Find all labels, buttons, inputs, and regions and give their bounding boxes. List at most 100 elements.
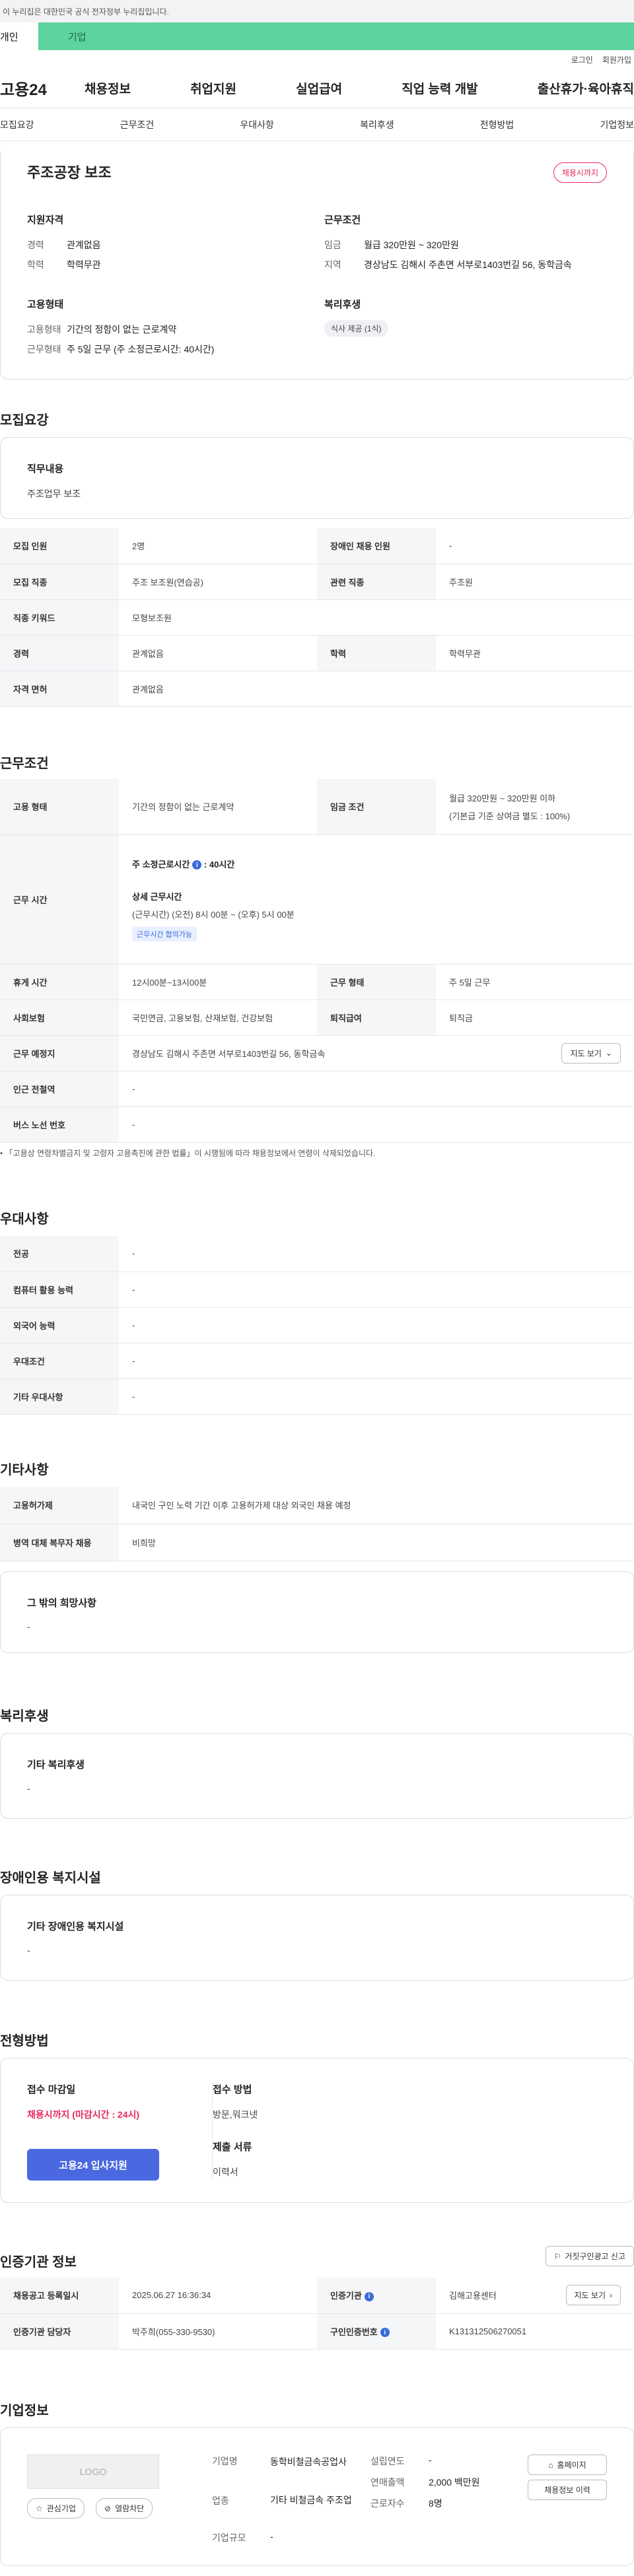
- table-cell: 관계없음: [119, 635, 317, 671]
- flex-hours-tag: 근무시간 협의가능: [132, 926, 197, 941]
- weekly-hours-label: 주 소정근로시간: [132, 859, 190, 869]
- other-hope-value: -: [27, 1621, 30, 1632]
- deadline-label: 접수 마감일: [27, 2084, 76, 2095]
- homepage-button[interactable]: ⌂ 홈페이지: [528, 2455, 607, 2475]
- deadline-value: 채용시까지 (마감시간 : 24시): [27, 2109, 140, 2120]
- chevron-right-icon: ›: [610, 2290, 612, 2300]
- recruit-history-button[interactable]: 채용정보 이력: [528, 2480, 607, 2500]
- tab-personal[interactable]: 개인: [0, 22, 38, 50]
- prefer-table: 전공 - 컴퓨터 활용 능력 - 외국어 능력 - 우대조건 - 기타 우대사항 -: [0, 1236, 634, 1415]
- login-link[interactable]: 로그인: [571, 54, 593, 65]
- welfare-title: 기타 복리후생: [27, 1759, 85, 1771]
- table-head: 경력: [0, 635, 119, 671]
- deadline-block: 접수 마감일 채용시까지 (마감시간 : 24시) 고용24 입사지원: [27, 2082, 186, 2181]
- welfare-section-heading: 복리후생: [0, 1709, 49, 1724]
- qual-value: 학력무관: [67, 259, 101, 270]
- table-row: 직종 키워드 모형보조원: [0, 599, 634, 636]
- table-row: 버스 노선 번호 -: [0, 1106, 634, 1143]
- welfare-heading: 복리후생: [324, 299, 361, 310]
- block-label: 열람차단: [115, 2504, 145, 2513]
- table-head: 컴퓨터 활용 능력: [0, 1271, 119, 1308]
- anchor-welfare[interactable]: 복리후생: [360, 118, 394, 131]
- table-head: 외국어 능력: [0, 1307, 119, 1343]
- gnb-item-unemployment-benefit[interactable]: 실업급여: [296, 79, 342, 97]
- company-size-value: -: [270, 2531, 273, 2542]
- signup-link[interactable]: 회원가입: [602, 54, 631, 65]
- block-icon: ⊘: [104, 2503, 112, 2513]
- workers-value: 8명: [429, 2498, 442, 2509]
- table-cell: K131312506270051: [436, 2313, 634, 2350]
- cond-value: 경상남도 김해시 주촌면 서부로1403번길 56, 동학금속: [364, 259, 572, 270]
- table-head: 버스 노선 번호: [0, 1106, 119, 1143]
- gnb-item-employment-support[interactable]: 취업지원: [190, 79, 236, 97]
- anchor-prefer[interactable]: 우대사항: [240, 118, 274, 131]
- table-head: 전공: [0, 1236, 119, 1272]
- recruit-heading: 모집요강: [0, 413, 49, 428]
- founded-value: -: [429, 2455, 432, 2465]
- gnb-item-parental-leave[interactable]: 출산휴가·육아휴직: [538, 79, 634, 97]
- favorite-company-button[interactable]: ☆ 관심기업: [27, 2498, 85, 2519]
- company-name-label: 기업명: [212, 2456, 238, 2466]
- info-icon[interactable]: i: [364, 2291, 374, 2301]
- table-head: 고용 형태: [0, 779, 119, 835]
- work-place-value: 경상남도 김해시 주촌면 서부로1403번길 56, 동학금속: [132, 1048, 326, 1059]
- gnb-item-jobs[interactable]: 채용정보: [85, 79, 131, 97]
- table-head: 임금 조건: [317, 779, 436, 835]
- table-head: 인증기관 담당자: [0, 2313, 119, 2350]
- table-cell: 12시00분~13시00분: [119, 964, 317, 1000]
- anchor-recruit[interactable]: 모집요강: [0, 118, 34, 131]
- table-head: 근무 시간: [0, 834, 119, 965]
- deadline-badge: 채용시까지: [553, 162, 607, 183]
- apply-button[interactable]: 고용24 입사지원: [27, 2149, 159, 2181]
- table-head: 자격 면허: [0, 671, 119, 707]
- qualification-block: 지원자격 경력 관계없음 학력 학력무관: [27, 213, 304, 271]
- table-cell: 학력무관: [436, 635, 634, 671]
- site-logo[interactable]: 고용24: [0, 77, 85, 100]
- user-type-tabs: 개인 기업: [0, 22, 634, 50]
- anchor-work[interactable]: 근무조건: [120, 118, 155, 131]
- weekly-hours-value: : 40시간: [203, 859, 235, 869]
- company-size-label: 기업규모: [212, 2532, 246, 2543]
- table-row: 경력 관계없음 학력 학력무관: [0, 635, 634, 671]
- table-cell: 주조원: [436, 564, 634, 600]
- info-icon[interactable]: i: [192, 860, 202, 870]
- other-hope-title: 그 밖의 희망사항: [27, 1598, 96, 1609]
- disabled-box: 기타 장애인용 복지시설 -: [0, 1895, 634, 1981]
- chevron-down-icon: ⌄: [605, 1048, 612, 1058]
- table-cell: -: [119, 1343, 634, 1379]
- etc-heading: 기타사항: [0, 1463, 49, 1477]
- auth-map-button[interactable]: 지도 보기 ›: [565, 2285, 621, 2306]
- method-value: 방문,워크넷: [213, 2109, 258, 2120]
- table-cell: -: [119, 1236, 634, 1272]
- company-logo: LOGO: [27, 2455, 159, 2489]
- table-head: 직종 키워드: [0, 599, 119, 636]
- anchor-selection[interactable]: 전형방법: [480, 118, 514, 131]
- table-head: 병역 대체 복무자 채용: [0, 1524, 119, 1561]
- table-row: 인근 전철역 -: [0, 1071, 634, 1107]
- table-cell: -: [119, 1271, 634, 1308]
- table-head: 모집 인원: [0, 528, 119, 564]
- anchor-nav: 모집요강 근무조건 우대사항 복리후생 전형방법 기업정보: [0, 108, 634, 141]
- table-cell: 국민연금, 고용보험, 산재보험, 건강보험: [119, 1000, 317, 1036]
- table-head: 퇴직급여: [317, 1000, 436, 1036]
- auth-org-value: 김해고용센터: [449, 2291, 497, 2301]
- table-head: 모집 직종: [0, 564, 119, 600]
- wage-cell: 월급 320만원 ~ 320만원 이하 (기본급 기준 상여금 별도 : 100%…: [436, 779, 634, 835]
- map-view-button[interactable]: 지도 보기 ⌄: [561, 1042, 621, 1064]
- info-icon[interactable]: i: [380, 2328, 390, 2338]
- tab-corporate[interactable]: 기업: [38, 22, 634, 50]
- table-row: 우대조건 -: [0, 1343, 634, 1379]
- anchor-company[interactable]: 기업정보: [600, 118, 634, 131]
- table-row: 채용공고 등록일시 2025.06.27 16:36:34 인증기관 i 김해고용…: [0, 2278, 634, 2314]
- age-notice-text: 「고용상 연령차별금지 및 고령자 고용촉진에 관한 법률」이 시행됨에 따라 …: [5, 1149, 376, 1158]
- disabled-title: 기타 장애인용 복지시설: [27, 1921, 124, 1932]
- founded-label: 설립연도: [370, 2456, 405, 2466]
- table-row: 고용허가제 내국인 구인 노력 기간 이후 고용허가제 대상 외국인 채용 예정: [0, 1487, 634, 1524]
- block-view-button[interactable]: ⊘ 열람차단: [96, 2498, 153, 2519]
- table-row: 병역 대체 복무자 채용 비희망: [0, 1524, 634, 1561]
- table-head: 사회보험: [0, 1000, 119, 1036]
- table-cell: 2025.06.27 16:36:34: [119, 2278, 317, 2314]
- detail-hours-value: (근무시간) (오전) 8시 00분 ~ (오후) 5시 00분: [132, 909, 295, 920]
- false-ad-report-button[interactable]: ⚐ 거짓구인광고 신고: [545, 2246, 634, 2266]
- gnb-item-vocational-training[interactable]: 직업 능력 개발: [402, 79, 477, 97]
